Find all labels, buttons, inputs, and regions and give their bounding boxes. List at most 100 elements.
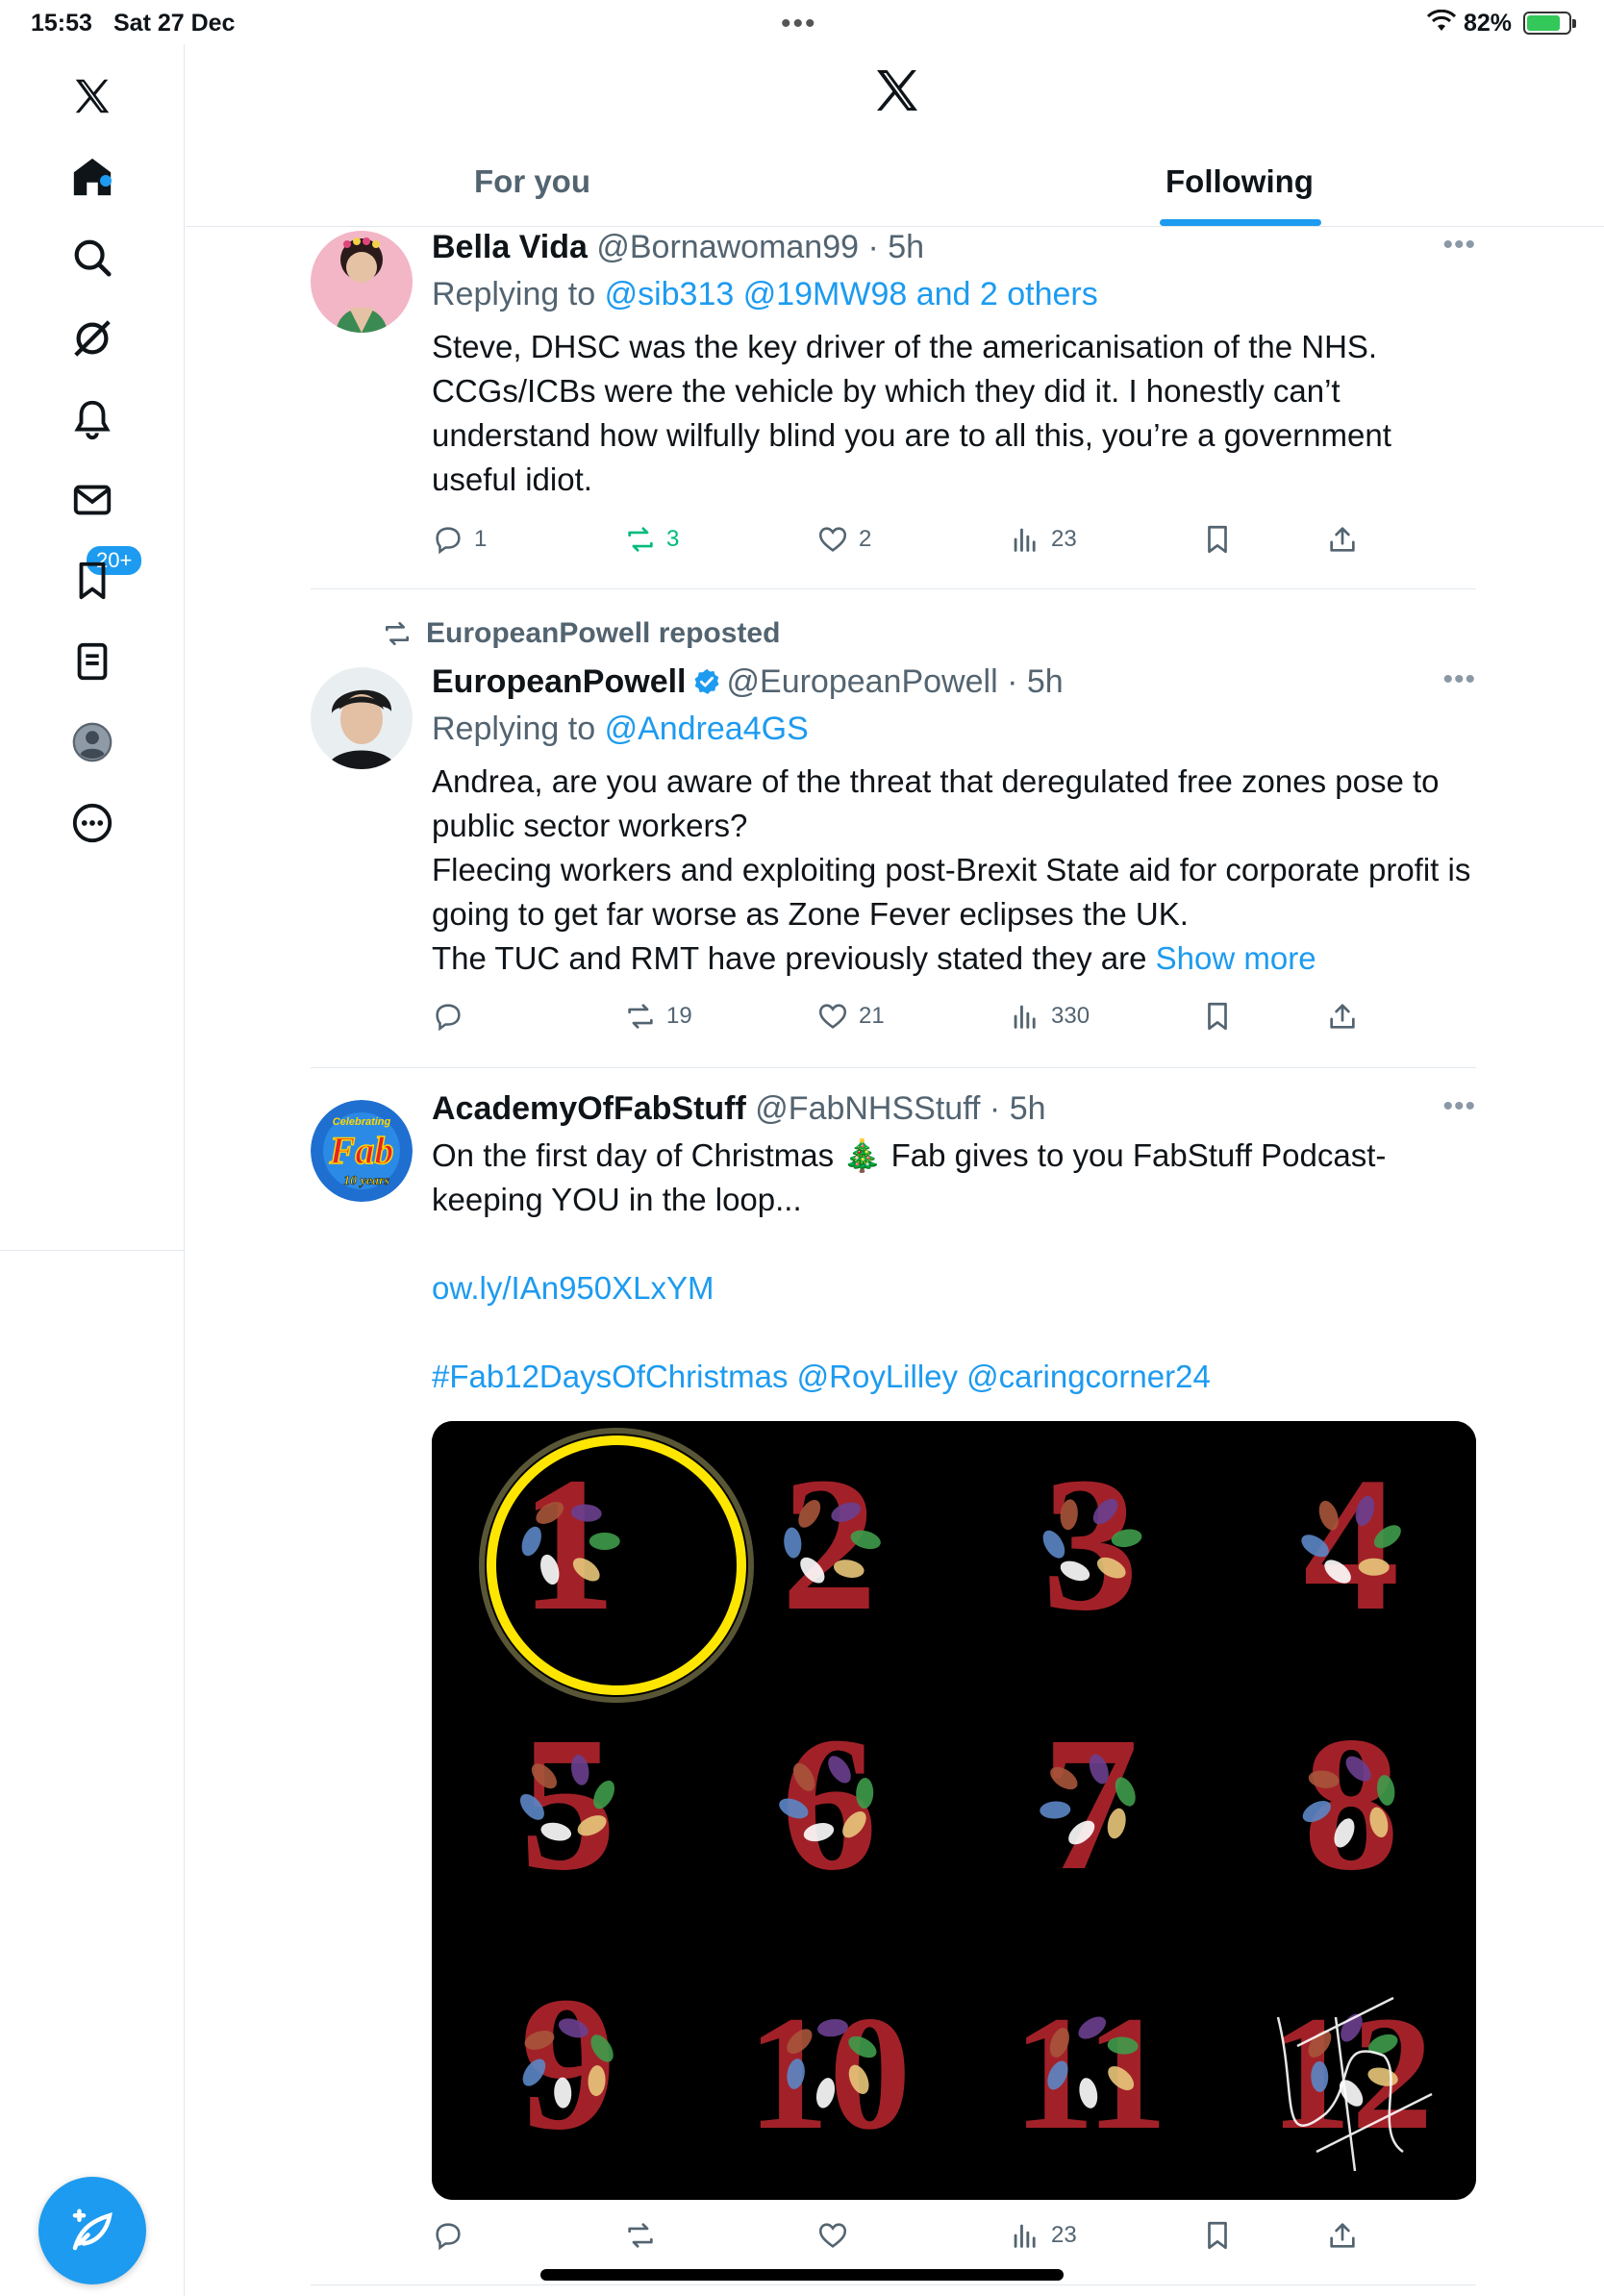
lists-icon[interactable] bbox=[63, 633, 121, 690]
battery-icon bbox=[1523, 12, 1576, 35]
day-number-2: 2 bbox=[781, 1438, 881, 1651]
like-button[interactable]: 2 bbox=[816, 523, 871, 556]
share-button[interactable] bbox=[1326, 2219, 1368, 2252]
x-logo-icon[interactable] bbox=[63, 67, 121, 125]
like-count: 21 bbox=[859, 1003, 885, 1029]
repost-button[interactable]: 3 bbox=[624, 523, 679, 556]
hashtags-mentions-links[interactable]: #Fab12DaysOfChristmas @RoyLilley @caring… bbox=[432, 1359, 1211, 1394]
author-handle[interactable]: @Bornawoman99 bbox=[596, 229, 859, 265]
grok-icon[interactable] bbox=[63, 310, 121, 367]
status-time: 15:53 bbox=[31, 10, 92, 37]
views-button[interactable]: 330 bbox=[1009, 1000, 1090, 1033]
heart-icon bbox=[818, 527, 847, 552]
bookmark-icon bbox=[1208, 525, 1227, 554]
reposted-by[interactable]: EuropeanPowell reposted bbox=[382, 617, 780, 650]
show-more-link[interactable]: Show more bbox=[1156, 940, 1316, 976]
author-handle[interactable]: @FabNHSStuff bbox=[755, 1090, 980, 1127]
tweet-text-content: Andrea, are you aware of the threat that… bbox=[432, 763, 1471, 976]
like-button[interactable]: 21 bbox=[816, 1000, 885, 1033]
tab-following[interactable]: Following bbox=[1165, 163, 1314, 200]
tweet-author-line: EuropeanPowell @EuropeanPowell · 5h bbox=[432, 663, 1064, 700]
tweet-actions: 1 3 2 23 bbox=[432, 523, 1355, 562]
heart-icon bbox=[818, 2223, 847, 2248]
tweet-actions: 19 21 330 bbox=[432, 1000, 1355, 1038]
view-count: 330 bbox=[1051, 1003, 1090, 1029]
reply-button[interactable] bbox=[432, 2219, 474, 2252]
replying-to-label: Replying to bbox=[432, 711, 596, 747]
tweet-time[interactable]: 5h bbox=[1010, 1090, 1046, 1127]
timeline-header: For you Following bbox=[186, 44, 1604, 227]
notifications-icon[interactable] bbox=[63, 390, 121, 448]
day-number-5: 5 bbox=[520, 1698, 616, 1910]
verified-badge-icon bbox=[694, 668, 718, 694]
sidebar-divider bbox=[0, 1250, 185, 1251]
author-name[interactable]: EuropeanPowell bbox=[432, 663, 687, 700]
search-icon[interactable] bbox=[63, 229, 121, 287]
repost-button[interactable] bbox=[624, 2219, 666, 2252]
home-icon[interactable] bbox=[63, 148, 121, 206]
tweet-link: ow.ly/IAn950XLxYM bbox=[432, 1266, 1476, 1310]
view-count: 23 bbox=[1051, 2222, 1077, 2248]
share-button[interactable] bbox=[1326, 523, 1368, 556]
tweet-time[interactable]: 5h bbox=[1027, 663, 1064, 700]
author-name[interactable]: Bella Vida bbox=[432, 229, 588, 265]
bookmark-button[interactable] bbox=[1201, 523, 1243, 556]
reply-count: 1 bbox=[474, 526, 488, 552]
tweet-media-image[interactable]: 1 2 3 4 5 6 7 8 9 10 11 12 bbox=[432, 1421, 1476, 2200]
replying-to: Replying to @sib313 @19MW98 and 2 others bbox=[432, 276, 1476, 313]
avatar-10-years-text: 10 years bbox=[343, 1174, 389, 1188]
reposted-by-label: EuropeanPowell reposted bbox=[426, 617, 781, 649]
replying-to-label: Replying to bbox=[432, 276, 596, 312]
feather-plus-icon bbox=[72, 2209, 113, 2251]
bookmark-button[interactable] bbox=[1201, 2219, 1243, 2252]
messages-icon[interactable] bbox=[63, 471, 121, 529]
multitasking-dots-icon[interactable]: ••• bbox=[781, 8, 817, 40]
share-icon bbox=[1330, 527, 1355, 552]
replying-to-users[interactable]: @sib313 @19MW98 and 2 others bbox=[605, 276, 1098, 312]
reply-button[interactable] bbox=[432, 1000, 474, 1033]
author-handle[interactable]: @EuropeanPowell bbox=[727, 663, 998, 700]
more-icon[interactable] bbox=[63, 794, 121, 852]
bookmark-button[interactable] bbox=[1201, 1000, 1243, 1033]
replying-to-users[interactable]: @Andrea4GS bbox=[605, 711, 809, 747]
day-number-6: 6 bbox=[779, 1698, 877, 1910]
day-number-3: 3 bbox=[1042, 1438, 1142, 1651]
tweet-time[interactable]: 5h bbox=[888, 229, 924, 265]
x-logo-icon[interactable] bbox=[870, 63, 924, 117]
avatar[interactable]: Celebrating Fab 10 years bbox=[311, 1100, 413, 1202]
like-count: 2 bbox=[859, 526, 872, 552]
battery-percent: 82% bbox=[1464, 10, 1513, 37]
tweet-actions: 23 bbox=[432, 2219, 1355, 2258]
tweet-url-link[interactable]: ow.ly/IAn950XLxYM bbox=[432, 1270, 714, 1306]
more-options-icon[interactable]: ••• bbox=[1442, 663, 1476, 696]
tweet-text: Steve, DHSC was the key driver of the am… bbox=[432, 329, 1401, 497]
repost-count: 19 bbox=[666, 1003, 692, 1029]
wifi-icon bbox=[1427, 10, 1456, 31]
profile-icon[interactable] bbox=[63, 713, 121, 771]
sidebar: 20+ bbox=[0, 44, 185, 2296]
reply-icon bbox=[436, 527, 461, 555]
compose-post-button[interactable] bbox=[38, 2177, 146, 2284]
views-button[interactable]: 23 bbox=[1009, 2219, 1077, 2252]
repost-button[interactable]: 19 bbox=[624, 1000, 692, 1033]
avatar[interactable] bbox=[311, 231, 413, 333]
reply-button[interactable]: 1 bbox=[432, 523, 487, 556]
tweet-divider bbox=[311, 2284, 1476, 2285]
day-number-10: 10 bbox=[747, 1983, 911, 2163]
like-button[interactable] bbox=[816, 2219, 859, 2252]
share-button[interactable] bbox=[1326, 1000, 1368, 1033]
bookmarks-icon[interactable] bbox=[63, 552, 121, 610]
views-icon bbox=[1014, 2224, 1036, 2248]
more-options-icon[interactable]: ••• bbox=[1442, 229, 1476, 262]
bookmark-icon bbox=[1208, 1002, 1227, 1031]
tab-for-you[interactable]: For you bbox=[474, 163, 590, 200]
avatar[interactable] bbox=[311, 667, 413, 769]
views-button[interactable]: 23 bbox=[1009, 523, 1077, 556]
bookmark-icon bbox=[1208, 2221, 1227, 2250]
twelve-days-illustration: 1 2 3 45 6 7 89 10 11 12 bbox=[432, 1421, 1476, 2200]
more-options-icon[interactable]: ••• bbox=[1442, 1090, 1476, 1123]
tweet-divider bbox=[311, 1067, 1476, 1068]
home-indicator[interactable] bbox=[540, 2269, 1064, 2281]
author-name[interactable]: AcademyOfFabStuff bbox=[432, 1090, 746, 1127]
views-icon bbox=[1014, 528, 1036, 552]
